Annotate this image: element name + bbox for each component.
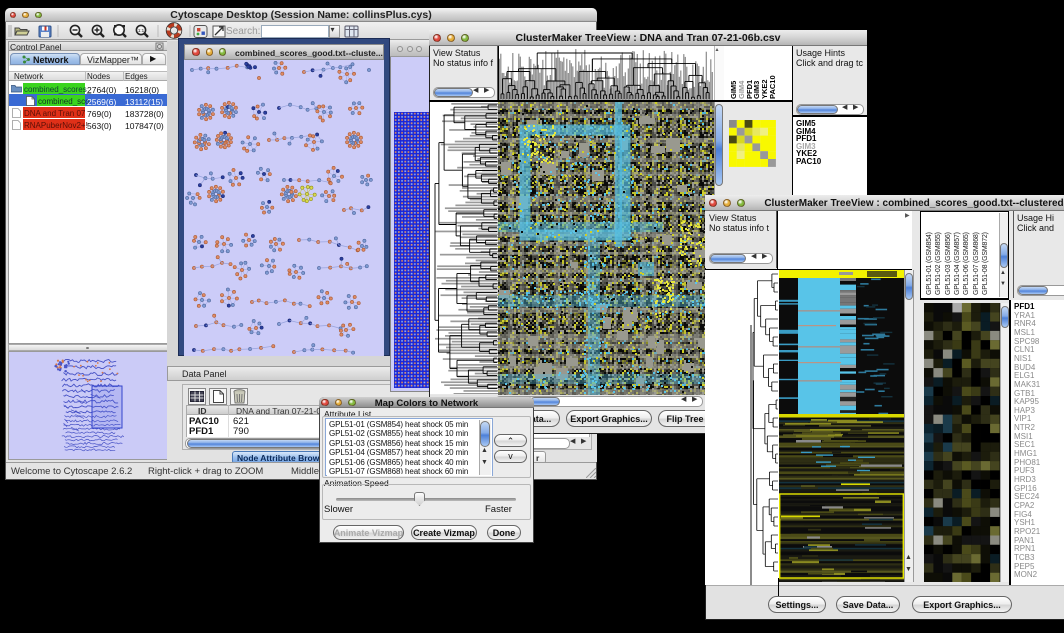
svg-text:1:1: 1:1 <box>138 28 145 33</box>
